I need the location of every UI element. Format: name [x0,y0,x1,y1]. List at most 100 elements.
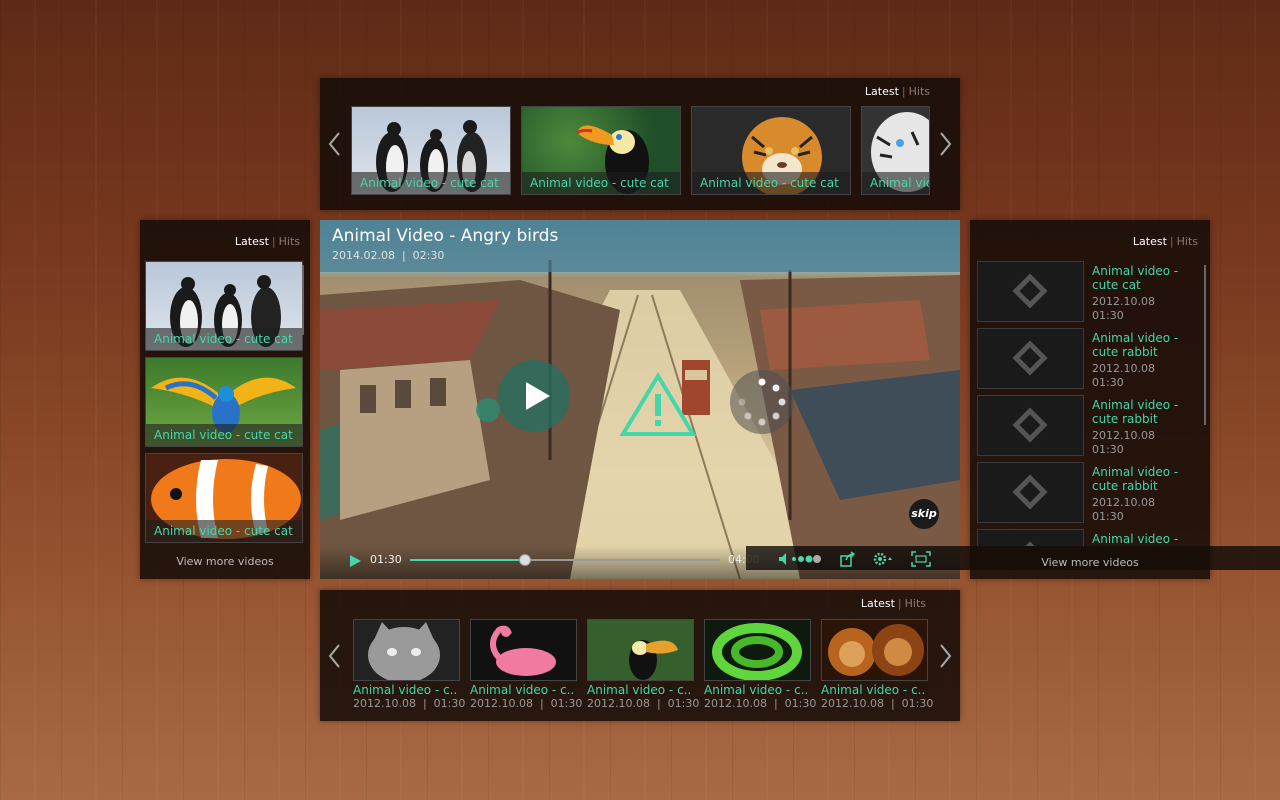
settings-button[interactable] [872,551,894,567]
play-icon [350,555,361,567]
tab-hits[interactable]: Hits [279,235,300,248]
thumb-meta: 2012.10.08 | 01:30 [353,697,466,710]
left-video-list: Latest | Hits Animal video - cute cat Anim… [140,220,310,579]
current-time: 01:30 [370,553,402,566]
thumb-caption[interactable]: Animal video - c.. [587,683,691,697]
list-item-title: Animal video - cute rabbit [1092,398,1179,426]
bottom-thumb-cat[interactable] [353,619,460,681]
seek-handle[interactable] [518,554,531,566]
lions-thumbnail-icon [828,624,924,676]
play-button-small-dot [476,398,500,422]
thumb-caption[interactable]: Animal video - c.. [821,683,925,697]
video-placeholder-icon [977,462,1084,523]
video-player[interactable]: Animal Video - Angry birds 2014.02.08 | … [320,220,960,579]
fullscreen-button[interactable] [911,551,931,567]
thumb-caption[interactable]: Animal video - c.. [353,683,457,697]
warning-icon [617,370,699,440]
thumb-meta: 2012.10.08 | 01:30 [470,697,583,710]
top-thumb-tiger[interactable]: Animal video - cute cat [691,106,851,195]
list-item[interactable]: Animal video - cute rabbit 2012.10.08 01:3… [977,462,1202,523]
view-more-button[interactable]: View more videos [140,555,310,568]
play-small-button[interactable] [348,554,362,568]
seek-track[interactable] [410,554,720,566]
flamingo-thumbnail-icon [490,625,556,676]
video-placeholder-icon [977,395,1084,456]
list-item-title: Animal video - cute [1092,532,1179,546]
seek-progress [410,559,525,561]
cat-thumbnail-icon [368,622,440,680]
fullscreen-icon [911,551,931,567]
play-icon [526,382,550,410]
list-item-duration: 01:30 [1092,376,1124,389]
left-thumb-parrot[interactable]: Animal video - cute cat [145,357,303,447]
thumb-caption: Animal video - cute cat [692,172,850,194]
top-thumb-penguins[interactable]: Animal video - cute cat [351,106,511,195]
top-thumb-toucan[interactable]: Animal video - cute cat [521,106,681,195]
thumb-caption: Animal video - cute cat [146,328,302,350]
tab-hits[interactable]: Hits [909,85,930,98]
list-item-date: 2012.10.08 [1092,429,1155,442]
tab-hits[interactable]: Hits [1177,235,1198,248]
right-panel-tabs: Latest | Hits [1132,235,1198,248]
loading-spinner-icon [730,370,794,434]
bottom-video-strip: Latest | Hits Animal video - c.. 2012.10… [320,590,960,721]
thumb-caption: Animal video - cute cat [146,520,302,542]
play-button[interactable] [498,360,570,432]
video-meta: 2014.02.08 | 02:30 [332,249,445,262]
share-button[interactable] [840,551,856,567]
video-placeholder-icon [977,261,1084,322]
tab-latest[interactable]: Latest [1133,235,1167,248]
thumb-caption[interactable]: Animal video - c.. [470,683,574,697]
right-view-more-button[interactable]: View more videos [970,556,1210,569]
left-scrollbar[interactable] [302,265,304,335]
video-title: Animal Video - Angry birds [332,226,559,246]
tab-latest[interactable]: Latest [235,235,269,248]
right-video-list: Latest | Hits Animal video - cute cat 2012.… [970,220,1210,579]
bottom-thumb-lions[interactable] [821,619,928,681]
tab-latest[interactable]: Latest [865,85,899,98]
list-item-duration: 01:30 [1092,443,1124,456]
list-item[interactable]: Animal video - cute cat 2012.10.08 01:30 [977,261,1202,322]
thumb-caption: Animal video - cute cat [522,172,680,194]
list-item-title: Animal video - cute rabbit [1092,465,1179,493]
thumb-caption[interactable]: Animal video - c.. [704,683,808,697]
list-item-title: Animal video - cute cat [1092,264,1179,292]
left-thumb-clownfish[interactable]: Animal video - cute cat [145,453,303,543]
thumb-meta: 2012.10.08 | 01:30 [821,697,934,710]
list-item[interactable]: Animal video - cute rabbit 2012.10.08 01:3… [977,328,1202,389]
list-item[interactable]: Animal video - cute [977,529,1202,546]
list-item-duration: 01:30 [1092,510,1124,523]
video-placeholder-icon [977,529,1084,546]
chevron-right-icon[interactable] [934,127,956,161]
thumb-caption: Animal vide [862,172,929,194]
tab-latest[interactable]: Latest [861,597,895,610]
list-item-title: Animal video - cute rabbit [1092,331,1179,359]
snake-thumbnail-icon [712,623,802,680]
tab-hits[interactable]: Hits [905,597,926,610]
list-item-duration: 01:30 [1092,309,1124,322]
right-list-items: Animal video - cute cat 2012.10.08 01:30 An… [970,261,1210,546]
video-placeholder-icon [977,328,1084,389]
volume-icon [779,553,821,565]
bottom-thumb-snake[interactable] [704,619,811,681]
bottom-thumb-toucan[interactable] [587,619,694,681]
bottom-thumb-flamingo[interactable] [470,619,577,681]
chevron-left-icon[interactable] [324,639,346,673]
list-item-date: 2012.10.08 [1092,496,1155,509]
list-item-date: 2012.10.08 [1092,362,1155,375]
thumb-caption: Animal video - cute cat [146,424,302,446]
top-strip-tabs: Latest | Hits [864,85,930,98]
skip-button[interactable]: skip [909,499,939,529]
chevron-right-icon[interactable] [934,639,956,673]
chevron-left-icon[interactable] [324,127,346,161]
list-item-date: 2012.10.08 [1092,295,1155,308]
right-scrollbar[interactable] [1204,265,1206,425]
thumb-caption: Animal video - cute cat [352,172,510,194]
list-item[interactable]: Animal video - cute rabbit 2012.10.08 01:3… [977,395,1202,456]
top-thumb-white-tiger[interactable]: Animal vide [861,106,930,195]
thumb-meta: 2012.10.08 | 01:30 [704,697,817,710]
toucan-thumbnail-icon [629,640,678,680]
volume-button[interactable] [778,552,822,566]
left-thumb-penguins[interactable]: Animal video - cute cat [145,261,303,351]
top-video-strip: Latest | Hits Animal video - cute cat Anim… [320,78,960,210]
